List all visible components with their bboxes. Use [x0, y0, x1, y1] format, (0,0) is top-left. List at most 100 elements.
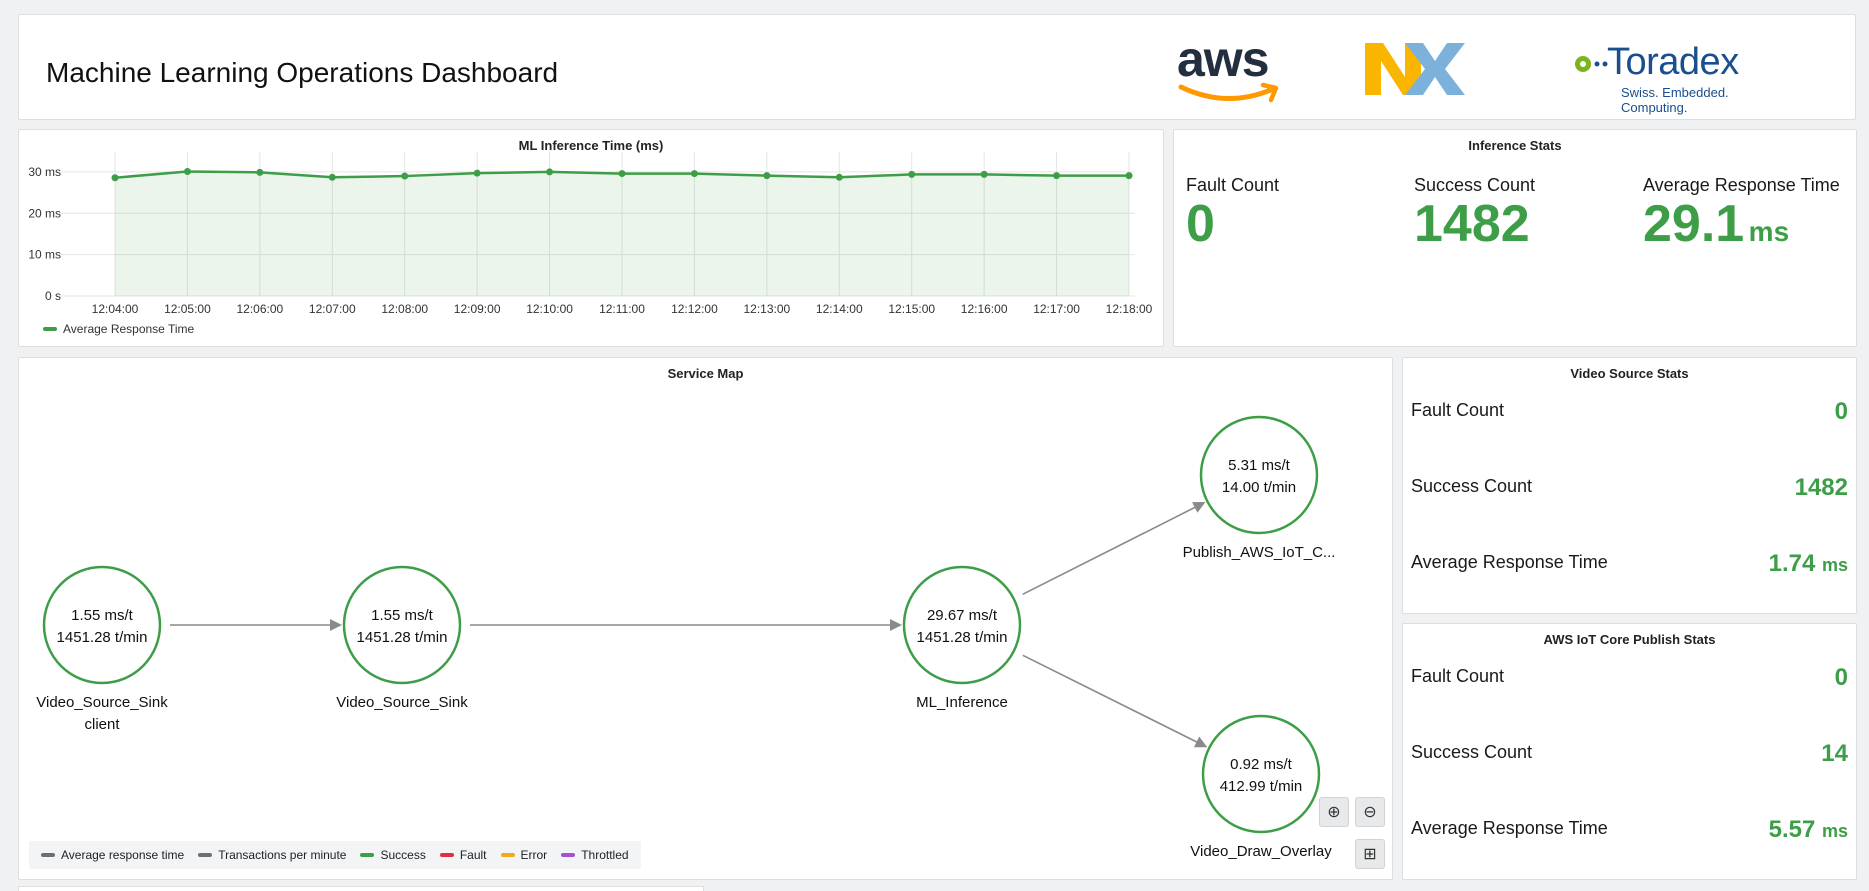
video-fault-row: Fault Count 0 — [1411, 396, 1848, 428]
legend-swatch — [439, 853, 454, 857]
iot-avg-value-group: 5.57 ms — [1769, 816, 1848, 844]
video-success-label: Success Count — [1411, 476, 1533, 496]
video-success-value: 1482 — [1794, 474, 1848, 501]
grid-icon: ⊞ — [1363, 846, 1377, 863]
dashboard-header: Machine Learning Operations Dashboard aw… — [18, 14, 1856, 120]
data-point[interactable] — [690, 170, 698, 178]
service-node-circle[interactable] — [1199, 415, 1319, 535]
x-tick-label: 12:15:00 — [888, 302, 935, 316]
node-response-time: 29.67 ms/t — [927, 607, 998, 624]
node-transactions: 412.99 t/min — [1220, 778, 1303, 795]
x-tick-label: 12:06:00 — [236, 302, 283, 316]
node-transactions: 1451.28 t/min — [917, 629, 1008, 646]
service-edge-ml-publish[interactable] — [1022, 502, 1206, 596]
zoom-in-button[interactable]: ⊕ — [1319, 797, 1349, 827]
fit-view-button[interactable]: ⊞ — [1355, 839, 1385, 869]
legend-success: Success — [360, 848, 426, 862]
avg-response-stat: Average Response Time 29.1 ms — [1643, 174, 1843, 252]
service-node-draw[interactable]: 0.92 ms/t 412.99 t/min Video_Draw_Overlay — [1190, 714, 1332, 860]
data-point[interactable] — [618, 170, 626, 178]
series-area — [115, 171, 1129, 296]
inference-time-chart: 0 s 10 ms 20 ms 30 ms 12:04:00 12:05:00 12:06:… — [28, 152, 1153, 316]
data-point[interactable] — [401, 172, 409, 180]
iot-fault-value: 0 — [1834, 664, 1848, 691]
legend-label: Error — [520, 848, 548, 862]
chart-legend[interactable]: Average Response Time — [43, 322, 194, 336]
amazon-smile-icon — [1178, 82, 1279, 103]
x-tick-label: 12:11:00 — [599, 302, 645, 316]
data-point[interactable] — [908, 170, 916, 178]
zoom-in-icon: ⊕ — [1327, 804, 1341, 821]
aws-logo: aws — [1177, 33, 1287, 113]
video-source-stats-panel: Video Source Stats Fault Count 0 Success… — [1402, 357, 1857, 614]
iot-fault-label: Fault Count — [1411, 666, 1505, 686]
legend-swatch — [198, 853, 213, 857]
service-node-publish[interactable]: 5.31 ms/t 14.00 t/min Publish_AWS_IoT_C... — [1183, 415, 1336, 561]
service-node-circle[interactable] — [42, 565, 162, 685]
data-point[interactable] — [546, 168, 554, 176]
data-point[interactable] — [256, 168, 264, 176]
inference-stats-title: Inference Stats — [1468, 138, 1562, 153]
legend-label: Fault — [459, 848, 487, 862]
node-name: Publish_AWS_IoT_C... — [1183, 544, 1336, 561]
x-tick-label: 12:13:00 — [743, 302, 790, 316]
data-point[interactable] — [1125, 172, 1133, 180]
nxp-logo-mark — [1365, 43, 1465, 95]
toradex-logo-text: Toradex — [1607, 41, 1739, 83]
service-map-panel: Service Map 1.55 ms/t 1451.28 t/min Video_… — [18, 357, 1393, 880]
service-node-circle[interactable] — [342, 565, 462, 685]
x-tick-label: 12:08:00 — [381, 302, 428, 316]
nxp-logo — [1365, 43, 1505, 99]
node-response-time: 1.55 ms/t — [71, 607, 134, 624]
legend-label: Average Response Time — [63, 322, 195, 336]
service-node-circle[interactable] — [902, 565, 1022, 685]
iot-avg-unit: ms — [1821, 821, 1848, 841]
service-node-sink[interactable]: 1.55 ms/t 1451.28 t/min Video_Source_Sink — [336, 565, 468, 711]
service-node-circle[interactable] — [1201, 714, 1321, 834]
iot-success-value: 14 — [1821, 740, 1848, 767]
y-tick-label: 20 ms — [28, 206, 61, 220]
video-fault-value: 0 — [1834, 398, 1848, 425]
legend-label: Throttled — [581, 848, 629, 862]
video-stats-title: Video Source Stats — [1570, 366, 1689, 381]
service-node-client[interactable]: 1.55 ms/t 1451.28 t/min Video_Source_Sinkc… — [36, 565, 168, 733]
data-point[interactable] — [1053, 172, 1061, 180]
legend-swatch — [360, 853, 375, 857]
data-point[interactable] — [763, 172, 771, 180]
iot-success-row: Success Count 14 — [1411, 738, 1848, 770]
data-point[interactable] — [980, 170, 988, 178]
data-point[interactable] — [183, 168, 191, 176]
legend-label: Average response time — [61, 848, 185, 862]
legend-swatch — [561, 853, 576, 857]
data-point[interactable] — [328, 173, 336, 181]
inference-stats-panel: Inference Stats Fault Count 0 Success Co… — [1173, 129, 1857, 347]
service-edge-ml-draw[interactable] — [1022, 654, 1208, 748]
node-name: Video_Source_Sink — [36, 694, 168, 711]
iot-avg-row: Average Response Time 5.57 ms — [1411, 814, 1848, 846]
fault-count-value: 0 — [1186, 195, 1215, 253]
data-point[interactable] — [473, 169, 481, 177]
video-fault-label: Fault Count — [1411, 400, 1505, 420]
node-name: ML_Inference — [916, 694, 1008, 711]
x-tick-label: 12:14:00 — [816, 302, 863, 316]
x-tick-label: 12:05:00 — [164, 302, 211, 316]
legend-swatch — [41, 853, 55, 857]
service-map-graph[interactable]: 1.55 ms/t 1451.28 t/min Video_Source_Sinkc… — [19, 358, 1394, 881]
legend-avg-response: Average response time — [41, 848, 184, 862]
service-node-ml[interactable]: 29.67 ms/t 1451.28 t/min ML_Inference — [902, 565, 1022, 711]
legend-throttled: Throttled — [561, 848, 629, 862]
video-avg-value-group: 1.74 ms — [1769, 550, 1848, 578]
node-subtitle: client — [84, 716, 120, 733]
x-tick-label: 12:09:00 — [454, 302, 501, 316]
video-success-row: Success Count 1482 — [1411, 472, 1848, 504]
data-point[interactable] — [835, 173, 843, 181]
node-response-time: 0.92 ms/t — [1230, 756, 1293, 773]
zoom-out-button[interactable]: ⊖ — [1355, 797, 1385, 827]
legend-label: Success — [380, 848, 426, 862]
video-avg-label: Average Response Time — [1411, 552, 1608, 572]
x-tick-label: 12:04:00 — [92, 302, 139, 316]
legend-fault: Fault — [439, 848, 487, 862]
data-point[interactable] — [111, 174, 119, 182]
y-tick-label: 0 s — [45, 289, 61, 303]
success-count-value: 1482 — [1414, 195, 1530, 253]
